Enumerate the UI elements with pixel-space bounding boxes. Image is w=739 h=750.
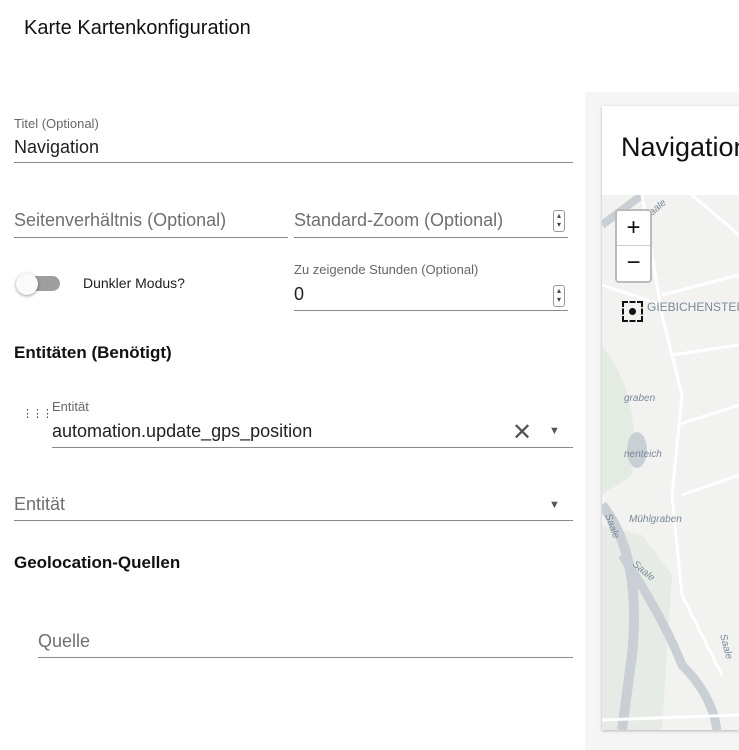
dropdown-arrow-icon[interactable]: ▼ <box>549 499 560 511</box>
clear-icon[interactable]: ✕ <box>512 418 532 447</box>
entities-heading: Entitäten (Benötigt) <box>14 343 172 362</box>
dialog-title: Karte Kartenkonfiguration <box>24 17 251 39</box>
entity-label: Entität <box>52 399 89 414</box>
map-label: GIEBICHENSTEIN <box>647 300 739 314</box>
hours-input[interactable]: 0 <box>294 284 304 305</box>
map-label: Mühlgraben <box>629 514 682 525</box>
zoom-in-button[interactable]: + <box>617 211 650 246</box>
source-input[interactable]: Quelle <box>38 631 90 652</box>
aspect-ratio-input[interactable]: Seitenverhältnis (Optional) <box>14 210 226 231</box>
dropdown-arrow-icon[interactable]: ▼ <box>549 425 560 437</box>
hours-underline <box>294 310 568 311</box>
card-title: Navigation <box>621 132 739 162</box>
geolocation-heading: Geolocation-Quellen <box>14 553 181 572</box>
toggle-knob[interactable] <box>16 273 38 295</box>
default-zoom-input[interactable]: Standard-Zoom (Optional) <box>294 210 503 231</box>
hours-spinner[interactable]: ▴ ▾ <box>553 285 565 307</box>
drag-handle-icon[interactable]: ⋮⋮⋮ <box>22 409 53 420</box>
hours-label: Zu zeigende Stunden (Optional) <box>294 262 479 277</box>
title-label: Titel (Optional) <box>14 116 99 131</box>
zoom-spinner[interactable]: ▴ ▾ <box>553 210 565 232</box>
zoom-out-button[interactable]: − <box>617 246 650 281</box>
title-underline <box>14 162 573 163</box>
map-zoom-control: + − <box>615 209 652 283</box>
new-entity-underline <box>14 520 573 521</box>
dark-mode-label: Dunkler Modus? <box>83 275 185 291</box>
aspect-underline <box>14 237 288 238</box>
entity-input[interactable]: automation.update_gps_position <box>52 421 312 442</box>
title-input[interactable]: Navigation <box>14 137 99 158</box>
entity-underline <box>52 447 573 448</box>
map-label: graben <box>624 393 656 404</box>
new-entity-input[interactable]: Entität <box>14 494 65 515</box>
source-underline <box>38 657 573 658</box>
zoom-underline <box>294 237 568 238</box>
focus-location-icon[interactable] <box>622 301 643 322</box>
map-label: nenteich <box>624 449 662 460</box>
map-card: Navigation GIEBICHENSTEIN graben nenteic… <box>602 106 739 730</box>
